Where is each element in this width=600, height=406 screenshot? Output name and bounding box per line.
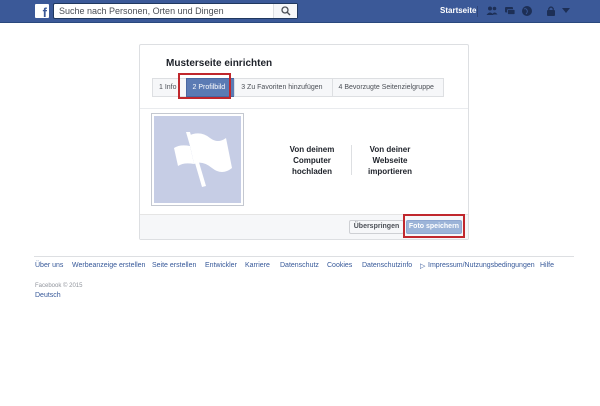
import-from-website-link[interactable]: Von deiner Webseite importieren [355,144,425,177]
photo-placeholder-area [154,116,241,203]
search-button[interactable] [273,4,297,18]
language-link[interactable]: Deutsch [35,292,61,299]
search-icon [281,6,291,16]
nav-separator [477,6,478,17]
highlight-box-save-button [403,214,465,238]
friends-icon[interactable] [486,5,498,17]
step-preferred-audience[interactable]: 4 Bevorzugte Seitenzielgruppe [331,78,444,97]
copyright-text: Facebook © 2015 [35,283,83,289]
footer-link-create-ad[interactable]: Werbeanzeige erstellen [72,262,145,269]
privacy-lock-icon[interactable] [546,5,556,17]
footer-link-help[interactable]: Hilfe [540,262,554,269]
home-link[interactable]: Startseite [440,6,476,15]
footer-link-developers[interactable]: Entwickler [205,262,237,269]
highlight-box-profile-step [178,73,231,99]
step-add-favorites[interactable]: 3 Zu Favoriten hinzufügen [234,78,333,97]
upload-from-computer-link[interactable]: Von deinem Computer hochladen [277,144,347,177]
footer-link-terms[interactable]: Impressum/Nutzungsbedingungen [428,262,535,269]
profile-photo-placeholder [151,113,244,206]
flag-icon [174,132,232,187]
search-input[interactable] [54,4,274,18]
notifications-globe-icon[interactable] [521,5,533,17]
footer-divider [34,256,574,257]
footer-link-ad-choices[interactable]: Datenschutzinfo [362,262,412,269]
search-box [53,3,298,19]
facebook-logo-icon[interactable]: f [35,4,49,20]
account-menu-icon[interactable] [562,8,570,14]
skip-button[interactable]: Überspringen [349,220,404,234]
facebook-logo-letter: f [42,5,47,20]
footer-link-cookies[interactable]: Cookies [327,262,352,269]
footer-link-about[interactable]: Über uns [35,262,63,269]
ad-choices-icon: ▷ [420,263,426,270]
footer-link-create-page[interactable]: Seite erstellen [152,262,196,269]
messages-icon[interactable] [504,5,516,17]
top-navigation-bar: f Startseite [0,0,600,23]
footer-link-careers[interactable]: Karriere [245,262,270,269]
footer-link-privacy[interactable]: Datenschutz [280,262,319,269]
upload-options-separator [351,145,352,175]
card-title: Musterseite einrichten [166,58,273,69]
card-divider [140,108,468,109]
